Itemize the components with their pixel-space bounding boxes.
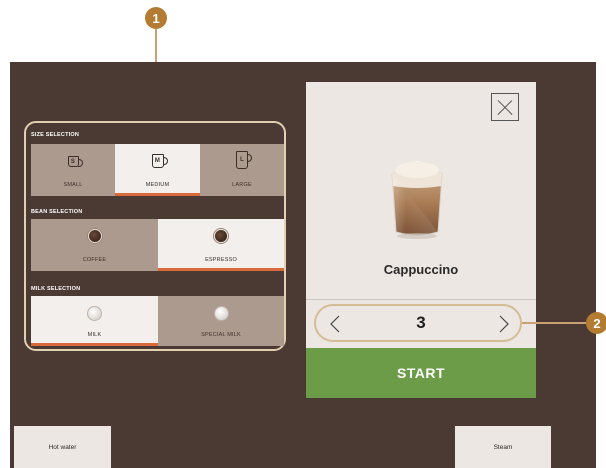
- milk-option-special-milk[interactable]: SPECIAL MILK: [158, 296, 284, 346]
- large-cup-icon: L: [236, 151, 252, 169]
- callout-2: 2: [586, 312, 606, 334]
- medium-cup-icon: M: [151, 154, 168, 168]
- size-section-title: SIZE SELECTION: [31, 132, 80, 138]
- large-cup-letter: L: [240, 157, 244, 163]
- close-button[interactable]: [491, 93, 519, 121]
- milk-selector: MILK SPECIAL MILK: [31, 296, 284, 346]
- milk-option-label: SPECIAL MILK: [201, 332, 241, 338]
- size-selector: S SMALL M MEDIUM L LARGE: [31, 144, 284, 196]
- milk-section-title: MILK SELECTION: [31, 286, 81, 292]
- espresso-bean-icon: [214, 229, 228, 243]
- size-option-medium[interactable]: M MEDIUM: [115, 144, 200, 196]
- size-option-label: SMALL: [63, 182, 83, 188]
- bean-option-espresso[interactable]: ESPRESSO: [158, 219, 284, 271]
- divider: [306, 299, 536, 300]
- bean-option-label: COFFEE: [82, 257, 107, 263]
- size-option-small[interactable]: S SMALL: [31, 144, 115, 196]
- start-button[interactable]: START: [306, 348, 536, 398]
- coffee-bean-icon: [87, 229, 102, 243]
- bean-section-title: BEAN SELECTION: [31, 209, 83, 215]
- special-milk-icon: [213, 306, 229, 321]
- milk-option-milk[interactable]: MILK: [31, 296, 158, 346]
- callout-1: 1: [145, 7, 167, 29]
- bean-selector: COFFEE ESPRESSO: [31, 219, 284, 271]
- size-option-label: MEDIUM: [145, 182, 170, 188]
- bean-option-coffee[interactable]: COFFEE: [31, 219, 158, 271]
- milk-option-label: MILK: [87, 332, 102, 338]
- size-option-large[interactable]: L LARGE: [200, 144, 284, 196]
- hot-water-button[interactable]: Hot water: [14, 426, 111, 468]
- cappuccino-image: [391, 161, 443, 239]
- steam-button[interactable]: Steam: [455, 426, 551, 468]
- size-option-label: LARGE: [232, 182, 252, 188]
- small-cup-letter: S: [70, 158, 76, 165]
- callout-2-leader: [522, 322, 586, 324]
- small-cup-icon: S: [67, 156, 83, 167]
- medium-cup-letter: M: [154, 158, 161, 164]
- milk-icon: [87, 306, 102, 321]
- bean-option-label: ESPRESSO: [205, 257, 237, 263]
- chevron-right-icon[interactable]: [498, 315, 510, 333]
- product-name: Cappuccino: [383, 262, 459, 277]
